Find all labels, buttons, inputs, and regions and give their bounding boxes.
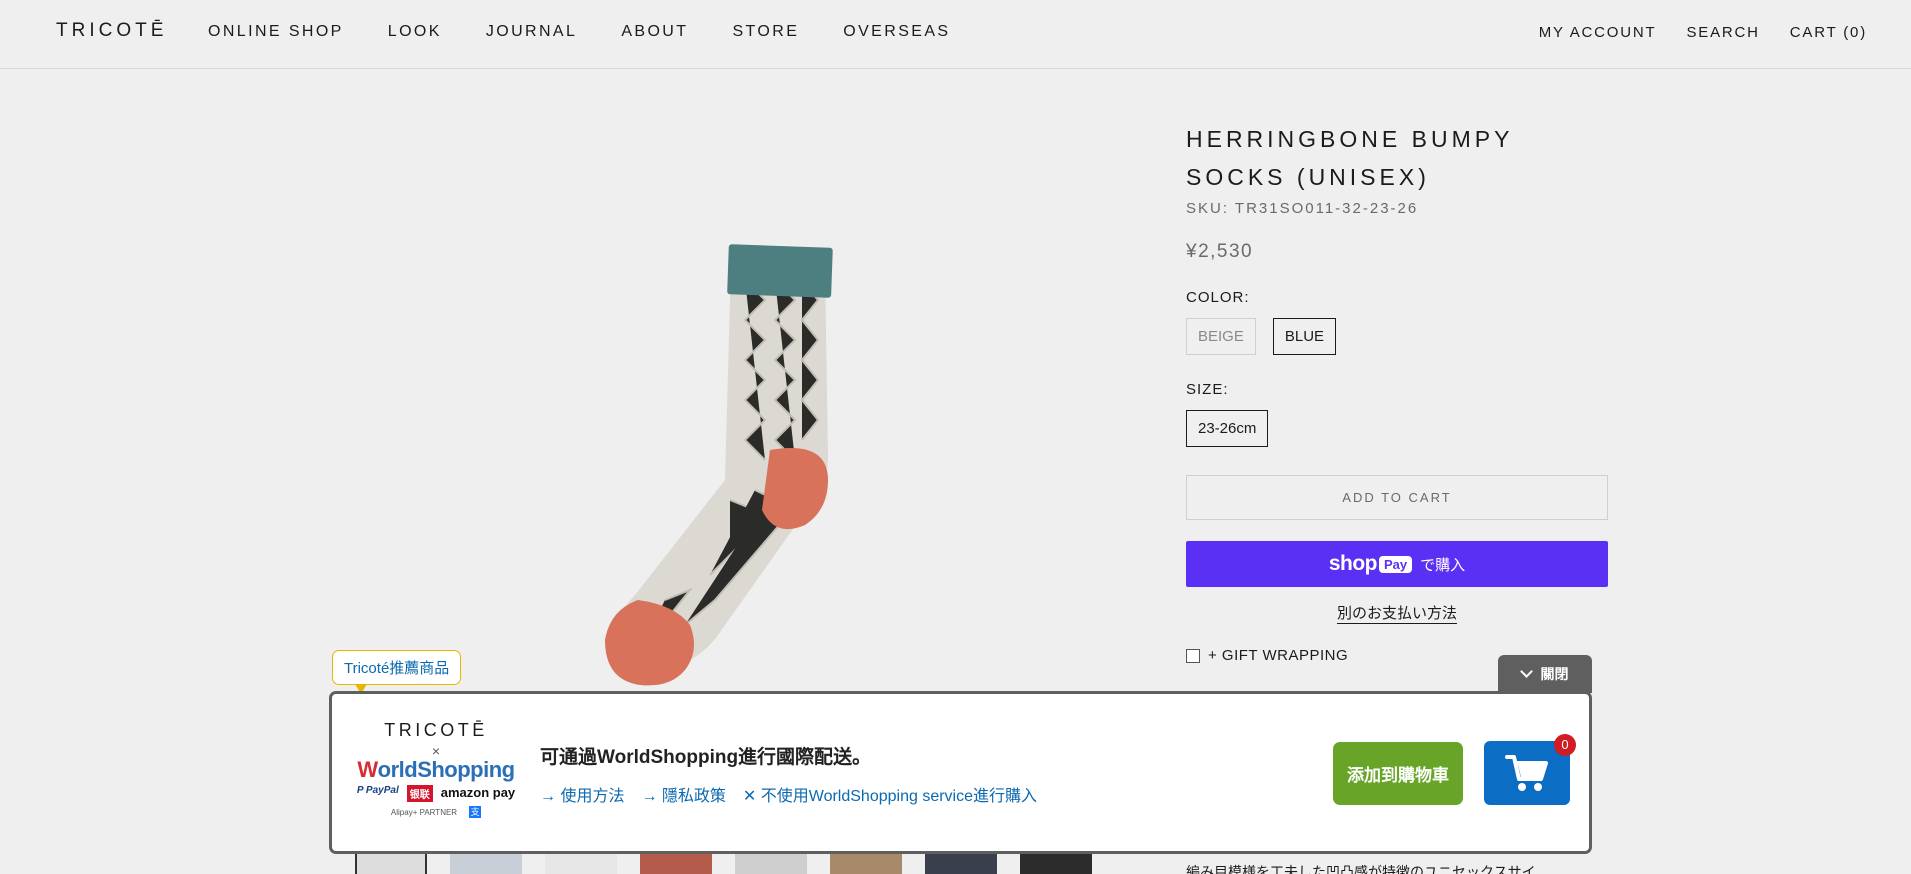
ws-add-to-cart-button[interactable]: 添加到購物車 xyxy=(1333,742,1463,805)
alt-payment-link[interactable]: 別のお支払い方法 xyxy=(1336,605,1457,624)
product-image[interactable] xyxy=(570,240,860,700)
my-account-link[interactable]: MY ACCOUNT xyxy=(1539,24,1657,41)
worldshopping-logo-rest: orldShopping xyxy=(377,757,515,782)
ws-privacy-link[interactable]: → 隱私政策 xyxy=(641,782,725,806)
size-option-23-26[interactable]: 23-26cm xyxy=(1186,410,1269,447)
shop-pay-button[interactable]: shop Pay で購入 xyxy=(1186,541,1608,587)
unionpay-logo: 银联 xyxy=(406,785,433,802)
ws-brand-block: TRICOTĒ × WorldShopping P PayPal 银联 amaz… xyxy=(356,720,516,818)
amazon-pay-logo: amazon pay xyxy=(440,785,516,800)
shop-pay-logo-pay: Pay xyxy=(1379,555,1413,573)
product-title-line2: SOCKS (UNISEX) xyxy=(1186,164,1430,190)
cart-count-badge: 0 xyxy=(1554,734,1576,756)
size-options: 23-26cm xyxy=(1186,410,1608,447)
ws-tricote-logo: TRICOTĒ xyxy=(384,720,488,740)
worldshopping-banner: TRICOTĒ × WorldShopping P PayPal 银联 amaz… xyxy=(329,691,1592,854)
paypal-logo: P PayPal xyxy=(356,785,399,796)
shop-pay-label: で購入 xyxy=(1420,556,1466,574)
product-price: ¥2,530 xyxy=(1186,241,1254,262)
product-title-line1: HERRINGBONE BUMPY xyxy=(1186,126,1514,152)
nav-store[interactable]: STORE xyxy=(732,23,799,41)
worldshopping-logo-w: W xyxy=(357,757,378,782)
color-label: COLOR: xyxy=(1186,289,1250,306)
cart-link[interactable]: CART (0) xyxy=(1790,24,1867,41)
alipay-icon: 支 xyxy=(469,806,482,818)
alt-payment-link-wrap: 別のお支払い方法 xyxy=(1186,602,1608,624)
ws-opt-out-link[interactable]: ✕ 不使用WorldShopping service進行購入 xyxy=(743,782,1037,806)
alipay-label: Alipay+ PARTNER xyxy=(390,807,458,817)
chevron-down-icon xyxy=(1519,665,1533,678)
site-header: TRICOTĒ ONLINE SHOP LOOK JOURNAL ABOUT S… xyxy=(0,0,1911,69)
ws-cart-button[interactable]: 0 xyxy=(1484,734,1576,805)
nav-look[interactable]: LOOK xyxy=(388,23,442,41)
product-title: HERRINGBONE BUMPY SOCKS (UNISEX) xyxy=(1186,120,1608,196)
color-option-beige[interactable]: BEIGE xyxy=(1186,318,1256,355)
color-option-blue[interactable]: BLUE xyxy=(1272,318,1337,355)
nav-about[interactable]: ABOUT xyxy=(621,23,688,41)
site-logo[interactable]: TRICOTĒ xyxy=(56,20,167,42)
product-description: 編み目模様を工夫した凹凸感が特徴のユニセックスサイ xyxy=(1186,864,1536,874)
account-nav: MY ACCOUNT SEARCH CART (0) xyxy=(1509,24,1867,41)
product-sku: SKU: TR31SO011-32-23-26 xyxy=(1186,200,1419,217)
cart-icon xyxy=(1505,755,1548,791)
worldshopping-logo: WorldShopping xyxy=(356,757,516,783)
nav-journal[interactable]: JOURNAL xyxy=(486,23,577,41)
nav-overseas[interactable]: OVERSEAS xyxy=(843,23,950,41)
ws-recommend-tag: Tricoté推薦商品 xyxy=(332,650,462,694)
ws-how-to-link[interactable]: → 使用方法 xyxy=(540,782,624,806)
color-options: BEIGE BLUE xyxy=(1186,318,1608,355)
ws-close-label: 關閉 xyxy=(1540,666,1569,682)
gift-wrapping-label: + GIFT WRAPPING xyxy=(1208,647,1349,664)
ws-links: → 使用方法 → 隱私政策 ✕ 不使用WorldShopping service… xyxy=(540,782,1054,806)
alipay-partner: Alipay+ PARTNER 支 xyxy=(356,806,516,818)
ws-close-button[interactable]: 關閉 xyxy=(1498,655,1592,693)
size-label: SIZE: xyxy=(1186,381,1229,398)
gift-wrapping-checkbox[interactable] xyxy=(1186,648,1200,663)
add-to-cart-button[interactable]: ADD TO CART xyxy=(1186,475,1608,520)
search-link[interactable]: SEARCH xyxy=(1686,24,1759,41)
product-info: HERRINGBONE BUMPY SOCKS (UNISEX) SKU: TR… xyxy=(1186,120,1608,664)
nav-online-shop[interactable]: ONLINE SHOP xyxy=(208,23,344,41)
ws-message: 可通過WorldShopping進行國際配送。 xyxy=(540,747,872,768)
shop-pay-logo-shop: shop xyxy=(1328,552,1378,575)
main-nav: ONLINE SHOP LOOK JOURNAL ABOUT STORE OVE… xyxy=(208,23,995,41)
payment-logos: P PayPal 银联 amazon pay xyxy=(356,785,516,802)
